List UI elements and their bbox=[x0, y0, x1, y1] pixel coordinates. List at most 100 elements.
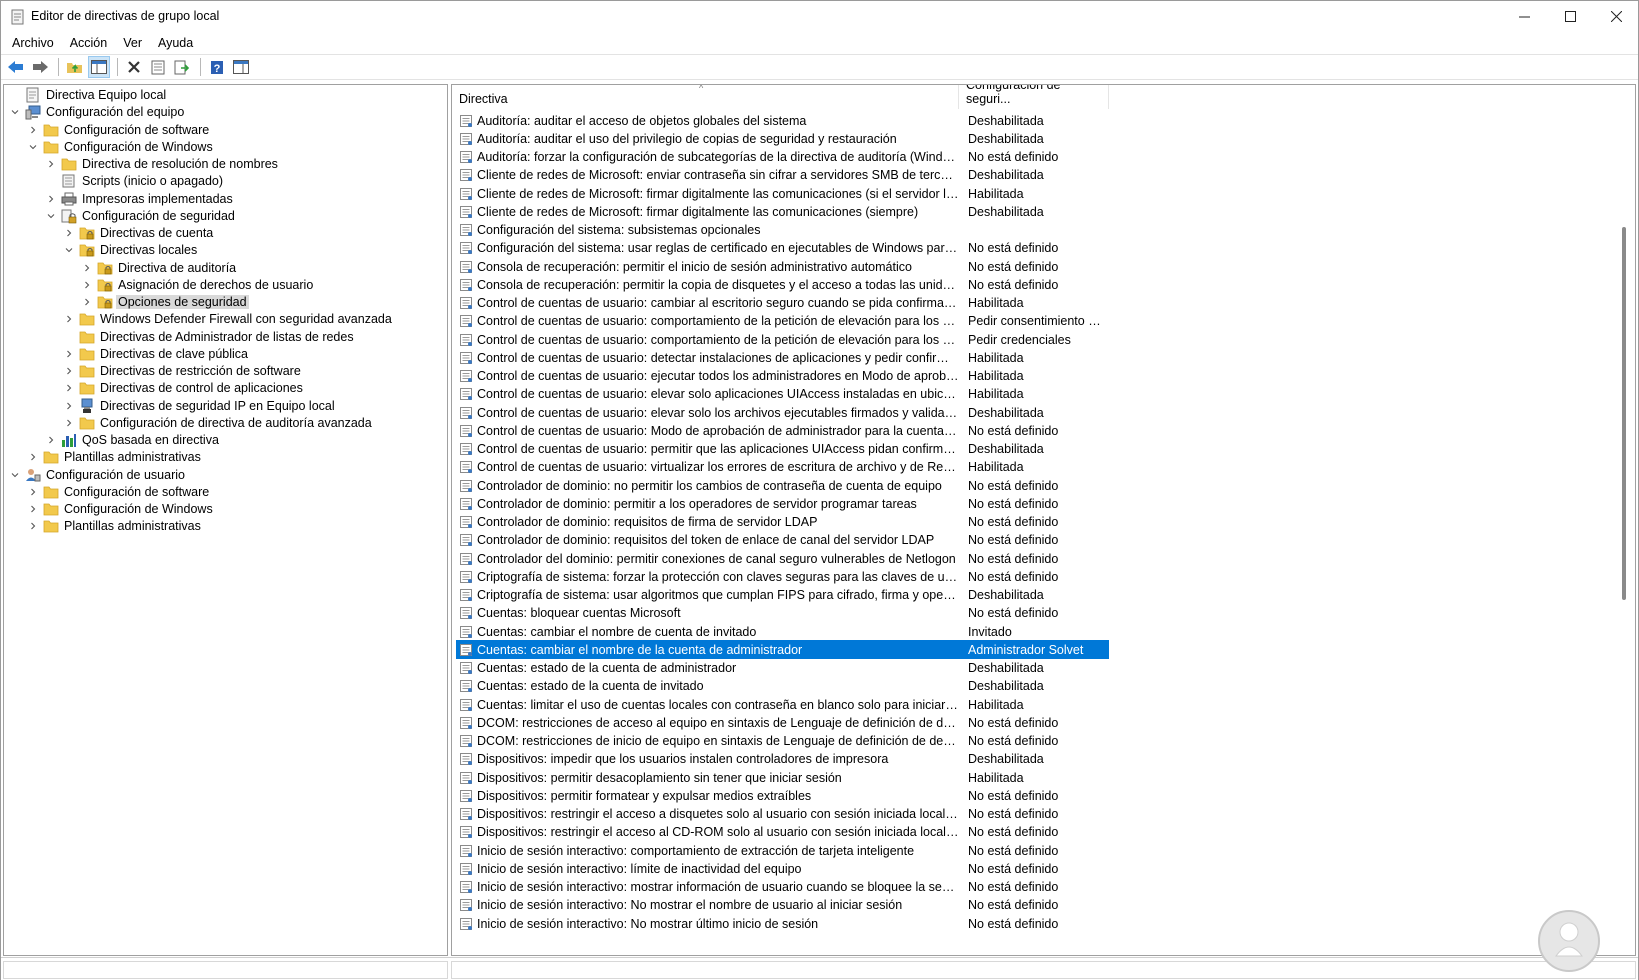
table-row[interactable]: Auditoría: auditar el uso del privilegio… bbox=[456, 129, 1109, 148]
table-row[interactable]: Control de cuentas de usuario: virtualiz… bbox=[456, 458, 1109, 477]
tree-node[interactable]: Opciones de seguridad bbox=[80, 293, 249, 311]
chevron-right-icon[interactable] bbox=[62, 224, 76, 242]
chevron-right-icon[interactable] bbox=[62, 379, 76, 397]
table-row[interactable]: Control de cuentas de usuario: elevar so… bbox=[456, 385, 1109, 404]
table-row[interactable]: Cuentas: cambiar el nombre de la cuenta … bbox=[456, 640, 1109, 660]
tree-node[interactable]: Configuración de seguridad bbox=[44, 207, 237, 225]
tree-node[interactable]: Directiva de resolución de nombres bbox=[44, 155, 280, 173]
tree-node[interactable]: Configuración de usuario bbox=[8, 466, 187, 484]
tree-node[interactable]: Plantillas administrativas bbox=[26, 448, 203, 466]
properties-button[interactable] bbox=[147, 56, 169, 78]
chevron-right-icon[interactable] bbox=[80, 293, 94, 311]
table-row[interactable]: Control de cuentas de usuario: elevar so… bbox=[456, 403, 1109, 422]
chevron-right-icon[interactable] bbox=[26, 121, 40, 139]
tree-node[interactable]: QoS basada en directiva bbox=[44, 431, 221, 449]
menu-ver[interactable]: Ver bbox=[117, 36, 148, 50]
export-list-button[interactable] bbox=[171, 56, 193, 78]
forward-button[interactable] bbox=[29, 56, 51, 78]
chevron-down-icon[interactable] bbox=[26, 138, 40, 156]
table-row[interactable]: Cuentas: estado de la cuenta de invitado… bbox=[456, 677, 1109, 696]
chevron-right-icon[interactable] bbox=[62, 362, 76, 380]
menu-archivo[interactable]: Archivo bbox=[6, 36, 60, 50]
chevron-right-icon[interactable] bbox=[44, 190, 58, 208]
table-row[interactable]: Controlador de dominio: requisitos del t… bbox=[456, 531, 1109, 550]
tree-node[interactable]: Scripts (inicio o apagado) bbox=[44, 172, 225, 190]
tree-node[interactable]: Configuración de software bbox=[26, 483, 211, 501]
table-row[interactable]: Cliente de redes de Microsoft: firmar di… bbox=[456, 202, 1109, 221]
menu-accion[interactable]: Acción bbox=[64, 36, 114, 50]
table-row[interactable]: Control de cuentas de usuario: comportam… bbox=[456, 330, 1109, 349]
tree-node[interactable]: Impresoras implementadas bbox=[44, 190, 235, 208]
chevron-right-icon[interactable] bbox=[26, 517, 40, 535]
chevron-right-icon[interactable] bbox=[44, 155, 58, 173]
table-row[interactable]: DCOM: restricciones de inicio de equipo … bbox=[456, 732, 1109, 751]
table-row[interactable]: Auditoría: forzar la configuración de su… bbox=[456, 148, 1109, 167]
chevron-right-icon[interactable] bbox=[62, 414, 76, 432]
table-row[interactable]: Control de cuentas de usuario: Modo de a… bbox=[456, 421, 1109, 440]
table-row[interactable]: Cuentas: estado de la cuenta de administ… bbox=[456, 659, 1109, 678]
chevron-right-icon[interactable] bbox=[44, 431, 58, 449]
table-row[interactable]: Dispositivos: restringir el acceso a dis… bbox=[456, 805, 1109, 824]
chevron-right-icon[interactable] bbox=[80, 259, 94, 277]
tree-node[interactable]: Configuración de Windows bbox=[26, 500, 215, 518]
tree-node[interactable]: Configuración de directiva de auditoría … bbox=[62, 414, 374, 432]
table-row[interactable]: Consola de recuperación: permitir el ini… bbox=[456, 257, 1109, 276]
vertical-scrollbar-thumb[interactable] bbox=[1622, 227, 1626, 600]
table-row[interactable]: Control de cuentas de usuario: comportam… bbox=[456, 312, 1109, 331]
chevron-down-icon[interactable] bbox=[62, 241, 76, 259]
table-row[interactable]: Consola de recuperación: permitir la cop… bbox=[456, 275, 1109, 294]
delete-button[interactable] bbox=[123, 56, 145, 78]
table-row[interactable]: Controlador de dominio: no permitir los … bbox=[456, 476, 1109, 495]
console-tree-pane[interactable]: Directiva Equipo local Configuración del … bbox=[3, 84, 448, 956]
table-row[interactable]: Auditoría: auditar el acceso de objetos … bbox=[456, 111, 1109, 130]
tree-node[interactable]: Directivas locales bbox=[62, 241, 199, 259]
tree-node[interactable]: Directiva de auditoría bbox=[80, 259, 238, 277]
up-level-button[interactable] bbox=[64, 56, 86, 78]
chevron-right-icon[interactable] bbox=[80, 276, 94, 294]
table-row[interactable]: Cuentas: cambiar el nombre de cuenta de … bbox=[456, 622, 1109, 641]
table-row[interactable]: Dispositivos: permitir desacoplamiento s… bbox=[456, 768, 1109, 787]
menu-ayuda[interactable]: Ayuda bbox=[152, 36, 199, 50]
tree-node[interactable]: Directivas de cuenta bbox=[62, 224, 215, 242]
tree-node[interactable]: Asignación de derechos de usuario bbox=[80, 276, 315, 294]
table-row[interactable]: Control de cuentas de usuario: permitir … bbox=[456, 440, 1109, 459]
table-row[interactable]: Cuentas: limitar el uso de cuentas local… bbox=[456, 695, 1109, 714]
chevron-right-icon[interactable] bbox=[62, 397, 76, 415]
tree-node[interactable]: Configuración de software bbox=[26, 121, 211, 139]
tree-node[interactable]: Directivas de Administrador de listas de… bbox=[62, 328, 356, 346]
tree-node[interactable]: Windows Defender Firewall con seguridad … bbox=[62, 310, 394, 328]
table-row[interactable]: DCOM: restricciones de acceso al equipo … bbox=[456, 713, 1109, 732]
close-button[interactable] bbox=[1593, 1, 1639, 32]
table-row[interactable]: Control de cuentas de usuario: detectar … bbox=[456, 348, 1109, 367]
table-row[interactable]: Inicio de sesión interactivo: límite de … bbox=[456, 859, 1109, 878]
table-row[interactable]: Inicio de sesión interactivo: No mostrar… bbox=[456, 896, 1109, 915]
table-row[interactable]: Cliente de redes de Microsoft: enviar co… bbox=[456, 166, 1109, 185]
table-row[interactable]: Configuración del sistema: usar reglas d… bbox=[456, 239, 1109, 258]
chevron-down-icon[interactable] bbox=[44, 207, 58, 225]
table-row[interactable]: Criptografía de sistema: usar algoritmos… bbox=[456, 586, 1109, 605]
chevron-down-icon[interactable] bbox=[8, 466, 22, 484]
chevron-right-icon[interactable] bbox=[26, 500, 40, 518]
show-hide-tree-button[interactable] bbox=[88, 56, 110, 78]
table-row[interactable]: Controlador de dominio: permitir a los o… bbox=[456, 494, 1109, 513]
chevron-right-icon[interactable] bbox=[62, 345, 76, 363]
chevron-right-icon[interactable] bbox=[26, 483, 40, 501]
tree-node[interactable]: Directivas de seguridad IP en Equipo loc… bbox=[62, 397, 337, 415]
tree-node[interactable]: Directivas de clave pública bbox=[62, 345, 250, 363]
chevron-down-icon[interactable] bbox=[8, 103, 22, 121]
minimize-button[interactable] bbox=[1501, 1, 1547, 32]
table-row[interactable]: Dispositivos: impedir que los usuarios i… bbox=[456, 750, 1109, 769]
table-row[interactable]: Criptografía de sistema: forzar la prote… bbox=[456, 567, 1109, 586]
table-row[interactable]: Inicio de sesión interactivo: No mostrar… bbox=[456, 914, 1109, 933]
tree-node[interactable]: Configuración de Windows bbox=[26, 138, 215, 156]
back-button[interactable] bbox=[5, 56, 27, 78]
tree-node[interactable]: Plantillas administrativas bbox=[26, 517, 203, 535]
tree-node[interactable]: Configuración del equipo bbox=[8, 103, 186, 121]
table-row[interactable]: Dispositivos: permitir formatear y expul… bbox=[456, 786, 1109, 805]
table-row[interactable]: Inicio de sesión interactivo: mostrar in… bbox=[456, 878, 1109, 897]
details-pane[interactable]: Directiva Configuración de seguri... ^ A… bbox=[451, 84, 1636, 956]
column-header-setting[interactable]: Configuración de seguri... bbox=[959, 85, 1109, 109]
table-row[interactable]: Control de cuentas de usuario: cambiar a… bbox=[456, 294, 1109, 313]
help-button[interactable]: ? bbox=[206, 56, 228, 78]
tree-node[interactable]: Directivas de control de aplicaciones bbox=[62, 379, 305, 397]
